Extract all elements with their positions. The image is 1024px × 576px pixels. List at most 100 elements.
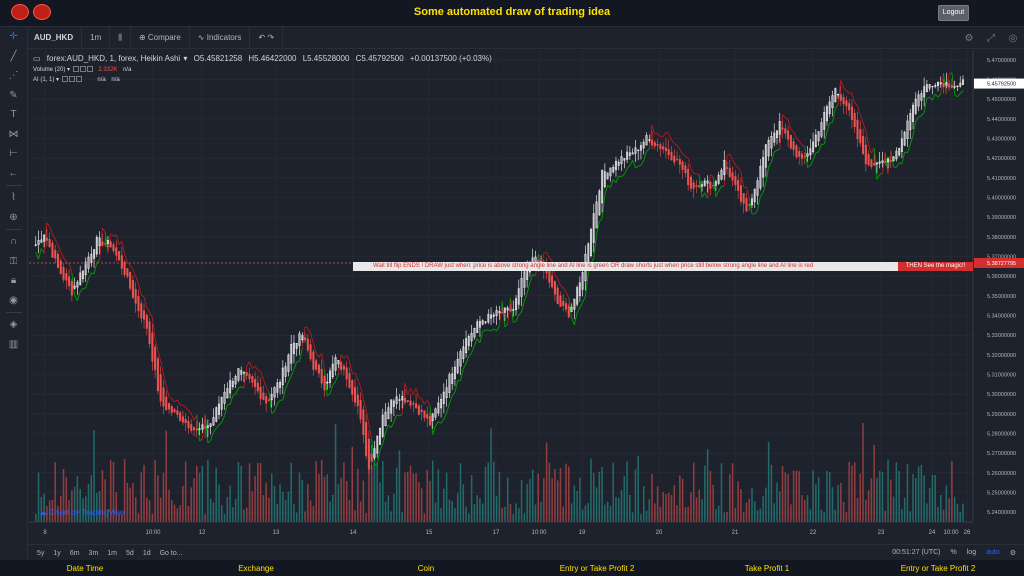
ai-line-segment bbox=[143, 297, 148, 308]
visibility-icon[interactable] bbox=[72, 66, 79, 73]
range-1d[interactable]: 1d bbox=[143, 550, 151, 557]
candle-body bbox=[340, 361, 343, 370]
lock-icon[interactable]: 🔒︎ bbox=[0, 271, 28, 291]
pattern-tool-icon[interactable]: ⋈ bbox=[0, 125, 28, 145]
volume-bar bbox=[193, 477, 195, 522]
prediction-tool-icon[interactable]: ⊢ bbox=[0, 144, 28, 164]
volume-bar bbox=[626, 461, 628, 522]
compare-button[interactable]: ⊕ Compare bbox=[131, 26, 190, 49]
ai-legend[interactable]: AI (1, 1) ▾ n/a n/a bbox=[33, 76, 492, 83]
candle-body bbox=[676, 158, 679, 161]
fullscreen-icon[interactable]: ⤢ bbox=[980, 33, 1002, 44]
ai-line-segment bbox=[793, 131, 797, 139]
settings-gear-icon[interactable]: ⚙ bbox=[958, 33, 980, 44]
interval-select[interactable]: 1m bbox=[82, 26, 111, 49]
volume-legend[interactable]: Volume (20) ▾ 2.332K n/a bbox=[33, 66, 492, 73]
tradingview-watermark[interactable]: ☁ Chart by TradingView bbox=[39, 508, 126, 517]
layers-icon[interactable]: ◈ bbox=[0, 315, 28, 335]
logout-button[interactable]: Logout bbox=[938, 5, 969, 21]
utc-clock[interactable]: 00:51:27 (UTC) bbox=[892, 549, 940, 557]
trash-icon[interactable]: ▥ bbox=[0, 335, 28, 355]
ai-line-segment bbox=[160, 360, 164, 375]
range-3m[interactable]: 3m bbox=[89, 550, 99, 557]
candle-body bbox=[137, 295, 140, 312]
settings-gear-icon[interactable]: ⚙ bbox=[1010, 549, 1016, 557]
legend-title[interactable]: forex:AUD_HKD, 1, forex, Heikin Ashi bbox=[47, 54, 180, 63]
crosshair-icon[interactable]: ✛ bbox=[0, 27, 28, 47]
volume-label[interactable]: Volume (20) bbox=[33, 67, 65, 73]
ai-line-segment bbox=[113, 234, 117, 237]
volume-bar bbox=[509, 504, 512, 522]
candle-body bbox=[748, 204, 751, 206]
series-visibility-icon[interactable]: ▭ bbox=[33, 54, 41, 63]
visibility-icon[interactable] bbox=[61, 76, 68, 83]
candle-body bbox=[862, 135, 865, 154]
ai-line-segment bbox=[662, 132, 667, 137]
candle-body bbox=[687, 168, 690, 186]
ai-line-segment bbox=[779, 114, 783, 149]
candle-body bbox=[792, 141, 795, 150]
ruler-icon[interactable]: ⌇ bbox=[0, 188, 28, 208]
candle-body bbox=[306, 338, 309, 351]
toolbar-right: ⚙ ⤢ ◎ bbox=[958, 27, 1024, 49]
brush-icon[interactable]: ✎ bbox=[0, 86, 28, 106]
chart-type-icon[interactable]: ⫼ bbox=[110, 26, 131, 49]
volume-bar bbox=[173, 504, 176, 522]
volume-bar bbox=[742, 512, 745, 522]
ai-line-segment bbox=[815, 151, 819, 154]
eye-icon[interactable]: ◉ bbox=[0, 291, 28, 311]
range-6m[interactable]: 6m bbox=[70, 550, 80, 557]
undo-redo[interactable]: ↶ ↷ bbox=[250, 26, 284, 49]
ai-line-segment bbox=[293, 361, 298, 370]
candle-body bbox=[267, 399, 270, 401]
ai-line-segment bbox=[674, 143, 678, 146]
goto-button[interactable]: Go to... bbox=[160, 550, 183, 557]
lock-drawing-icon[interactable]: ⚿ bbox=[0, 252, 28, 272]
volume-bar bbox=[717, 505, 720, 522]
trend-line-icon[interactable]: ╱ bbox=[0, 47, 28, 67]
camera-icon[interactable]: ◎ bbox=[1002, 33, 1024, 44]
close-icon[interactable] bbox=[86, 66, 93, 73]
fib-tool-icon[interactable]: ⋰ bbox=[0, 66, 28, 86]
magnet-icon[interactable]: ∩ bbox=[0, 232, 28, 252]
candle-body bbox=[745, 198, 748, 212]
footer-take-profit-1: Take Profit 1 bbox=[744, 564, 790, 573]
range-5d[interactable]: 5d bbox=[126, 550, 134, 557]
ai-line-segment bbox=[446, 403, 450, 413]
price-chart[interactable]: 5.470000005.460000005.450000005.44000000… bbox=[29, 50, 1024, 540]
symbol-search[interactable]: AUD_HKD bbox=[28, 26, 83, 49]
range-1y[interactable]: 1y bbox=[53, 550, 60, 557]
dropdown-icon[interactable]: ▾ bbox=[183, 54, 187, 63]
volume-bar bbox=[709, 470, 712, 522]
settings-icon[interactable] bbox=[68, 76, 75, 83]
volume-bar bbox=[606, 501, 609, 522]
ai-line-segment bbox=[188, 409, 192, 414]
volume-bar bbox=[187, 505, 190, 522]
ai-line-segment bbox=[435, 421, 439, 427]
range-1m[interactable]: 1m bbox=[107, 550, 117, 557]
back-arrow-icon[interactable]: ← bbox=[0, 164, 28, 184]
ai-line-segment bbox=[454, 380, 459, 392]
percent-toggle[interactable]: % bbox=[951, 549, 957, 557]
volume-bar bbox=[648, 499, 651, 522]
zoom-in-icon[interactable]: ⊕ bbox=[0, 208, 28, 228]
volume-bar bbox=[629, 494, 631, 522]
ai-line-segment bbox=[393, 414, 398, 423]
volume-bar bbox=[959, 512, 961, 522]
chart-area[interactable]: 5.470000005.460000005.450000005.44000000… bbox=[29, 50, 1024, 540]
volume-bar bbox=[140, 472, 143, 522]
ai-line-segment bbox=[654, 133, 658, 135]
ai-line-segment bbox=[471, 345, 475, 353]
volume-bar bbox=[812, 470, 814, 522]
settings-icon[interactable] bbox=[79, 66, 86, 73]
ai-label[interactable]: AI (1, 1) bbox=[33, 77, 54, 83]
log-toggle[interactable]: log bbox=[967, 549, 976, 557]
indicators-button[interactable]: ∿ Indicators bbox=[190, 26, 251, 49]
volume-bar bbox=[723, 512, 726, 522]
close-icon[interactable] bbox=[75, 76, 82, 83]
auto-toggle[interactable]: auto bbox=[986, 549, 1000, 557]
text-tool-icon[interactable]: T bbox=[0, 105, 28, 125]
candle-body bbox=[698, 185, 701, 188]
range-5y[interactable]: 5y bbox=[37, 550, 44, 557]
volume-bar bbox=[240, 465, 242, 522]
